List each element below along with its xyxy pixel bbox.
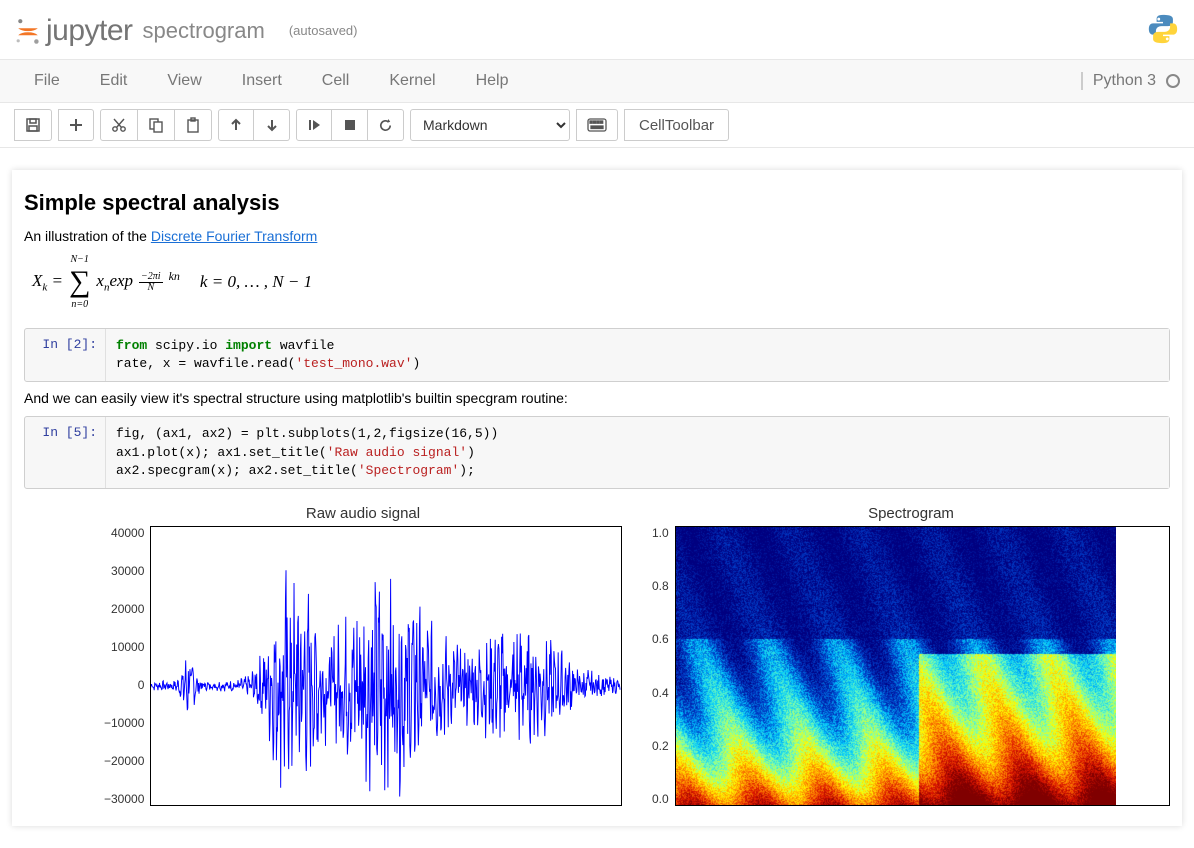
waveform-plot bbox=[151, 527, 621, 805]
code-input[interactable]: from scipy.io import wavfile rate, x = w… bbox=[105, 329, 1169, 381]
paste-button[interactable] bbox=[175, 109, 212, 141]
subplot-waveform: Raw audio signal 400003000020000100000−1… bbox=[104, 505, 622, 806]
output-cell: Raw audio signal 400003000020000100000−1… bbox=[24, 497, 1170, 806]
kernel-name: Python 3 bbox=[1093, 72, 1156, 90]
menu-view[interactable]: View bbox=[147, 64, 221, 98]
interrupt-button[interactable] bbox=[332, 109, 368, 141]
run-button[interactable] bbox=[296, 109, 332, 141]
add-cell-button[interactable] bbox=[58, 109, 94, 141]
subplot-spectrogram: Spectrogram 1.00.80.60.40.20.0 bbox=[652, 505, 1170, 806]
input-prompt: In [5]: bbox=[25, 417, 105, 488]
md-paragraph: And we can easily view it's spectral str… bbox=[24, 390, 1170, 406]
markdown-cell[interactable]: And we can easily view it's spectral str… bbox=[24, 390, 1170, 406]
jupyter-wordmark: jupyter bbox=[46, 14, 133, 48]
cut-button[interactable] bbox=[100, 109, 138, 141]
autosave-status: (autosaved) bbox=[289, 23, 358, 38]
command-palette-button[interactable] bbox=[576, 109, 618, 141]
kernel-idle-icon bbox=[1166, 74, 1180, 88]
celltoolbar-button[interactable]: CellToolbar bbox=[624, 109, 729, 141]
dft-link[interactable]: Discrete Fourier Transform bbox=[151, 228, 317, 244]
menu-help[interactable]: Help bbox=[456, 64, 529, 98]
move-up-button[interactable] bbox=[218, 109, 254, 141]
code-cell[interactable]: In [5]: fig, (ax1, ax2) = plt.subplots(1… bbox=[24, 416, 1170, 489]
menu-kernel[interactable]: Kernel bbox=[369, 64, 455, 98]
move-down-button[interactable] bbox=[254, 109, 290, 141]
math-equation: Xk = N−1∑n=0 xnexp −2πiN kn k = 0, … , N… bbox=[32, 254, 1170, 310]
matplotlib-figure: Raw audio signal 400003000020000100000−1… bbox=[104, 497, 1170, 806]
md-heading: Simple spectral analysis bbox=[24, 190, 1170, 216]
subplot-title: Raw audio signal bbox=[104, 505, 622, 522]
toolbar: CodeMarkdownRaw NBConvertHeading CellToo… bbox=[0, 103, 1194, 148]
y-axis-ticks: 400003000020000100000−10000−20000−30000 bbox=[104, 526, 150, 806]
menu-insert[interactable]: Insert bbox=[222, 64, 302, 98]
spectrogram-plot bbox=[676, 527, 1116, 806]
y-axis-ticks: 1.00.80.60.40.20.0 bbox=[652, 526, 675, 806]
menu-cell[interactable]: Cell bbox=[302, 64, 370, 98]
output-prompt bbox=[24, 497, 104, 806]
save-button[interactable] bbox=[14, 109, 52, 141]
jupyter-logo[interactable]: jupyter bbox=[14, 14, 133, 48]
notebook-container: Simple spectral analysis An illustration… bbox=[12, 170, 1182, 826]
menubar: File Edit View Insert Cell Kernel Help P… bbox=[0, 59, 1194, 103]
notebook-name[interactable]: spectrogram bbox=[143, 18, 265, 44]
markdown-cell[interactable]: Simple spectral analysis An illustration… bbox=[24, 190, 1170, 310]
menu-file[interactable]: File bbox=[14, 64, 80, 98]
restart-button[interactable] bbox=[368, 109, 404, 141]
menu-edit[interactable]: Edit bbox=[80, 64, 148, 98]
kernel-logo bbox=[1146, 12, 1180, 49]
copy-button[interactable] bbox=[138, 109, 175, 141]
subplot-title: Spectrogram bbox=[652, 505, 1170, 522]
jupyter-icon bbox=[14, 17, 42, 45]
code-cell[interactable]: In [2]: from scipy.io import wavfile rat… bbox=[24, 328, 1170, 382]
input-prompt: In [2]: bbox=[25, 329, 105, 381]
code-input[interactable]: fig, (ax1, ax2) = plt.subplots(1,2,figsi… bbox=[105, 417, 1169, 488]
cell-type-select[interactable]: CodeMarkdownRaw NBConvertHeading bbox=[410, 109, 570, 141]
md-paragraph: An illustration of the Discrete Fourier … bbox=[24, 228, 1170, 244]
